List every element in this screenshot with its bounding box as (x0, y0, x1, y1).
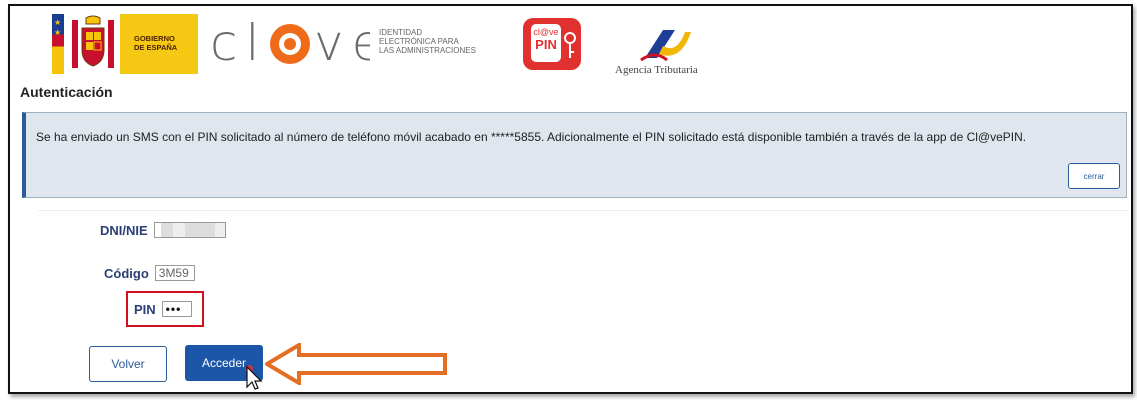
clave-sub-line2: ELECTRÓNICA PARA (379, 37, 459, 46)
sms-notice: Se ha enviado un SMS con el PIN solicita… (22, 112, 1127, 198)
clave-sub-line1: IDENTIDAD (379, 28, 423, 37)
dni-row: DNI/NIE (100, 222, 226, 238)
pin-input[interactable]: ••• (161, 301, 192, 317)
clave-subtitle: IDENTIDAD ELECTRÓNICA PARA LAS ADMINISTR… (379, 28, 476, 55)
key-icon (564, 32, 576, 58)
clavepin-top: cl@ve (533, 27, 559, 37)
clave-sub-line3: LAS ADMINISTRACIONES (379, 46, 476, 55)
agencia-tributaria-text: Agencia Tributaria (615, 64, 698, 76)
clave-logo-icon: cl ve (210, 14, 382, 72)
gov-label-line1: GOBIERNO (134, 34, 175, 43)
codigo-row: Código 3M59 (104, 265, 195, 281)
notice-message: Se ha enviado un SMS con el PIN solicita… (36, 130, 1027, 144)
dni-label: DNI/NIE (100, 222, 148, 238)
star-icon: ★ (54, 18, 62, 27)
codigo-label: Código (104, 265, 149, 281)
codigo-field: 3M59 (154, 265, 195, 281)
pin-row: PIN ••• (134, 301, 192, 317)
spain-coat-of-arms-icon (68, 14, 118, 74)
clavepin-bottom: PIN (535, 37, 557, 52)
svg-text:ve: ve (314, 14, 370, 72)
clavepin-logo: cl@ve PIN (523, 18, 581, 70)
eu-flag-strip: ★ ★ (52, 14, 64, 74)
page-title: Autenticación (20, 84, 113, 100)
close-notice-button[interactable]: cerrar (1068, 163, 1120, 189)
svg-text:cl: cl (210, 14, 267, 72)
star-icon: ★ (54, 28, 62, 37)
volver-button[interactable]: Volver (89, 346, 167, 382)
left-arrow-annotation-icon (265, 343, 447, 385)
screenshot-frame: ★ ★ GOBIERNO DE ESPAÑA cl v IDENTIDAD EL… (8, 4, 1133, 394)
gov-label-line2: DE ESPAÑA (134, 43, 178, 52)
dni-field[interactable] (153, 222, 226, 238)
clave-logo: cl ve (210, 14, 382, 86)
pin-label: PIN (134, 301, 156, 317)
header: ★ ★ GOBIERNO DE ESPAÑA cl v IDENTIDAD EL… (10, 6, 1131, 80)
gobierno-logo-box: GOBIERNO DE ESPAÑA (120, 14, 198, 74)
mouse-cursor-icon (245, 365, 263, 390)
